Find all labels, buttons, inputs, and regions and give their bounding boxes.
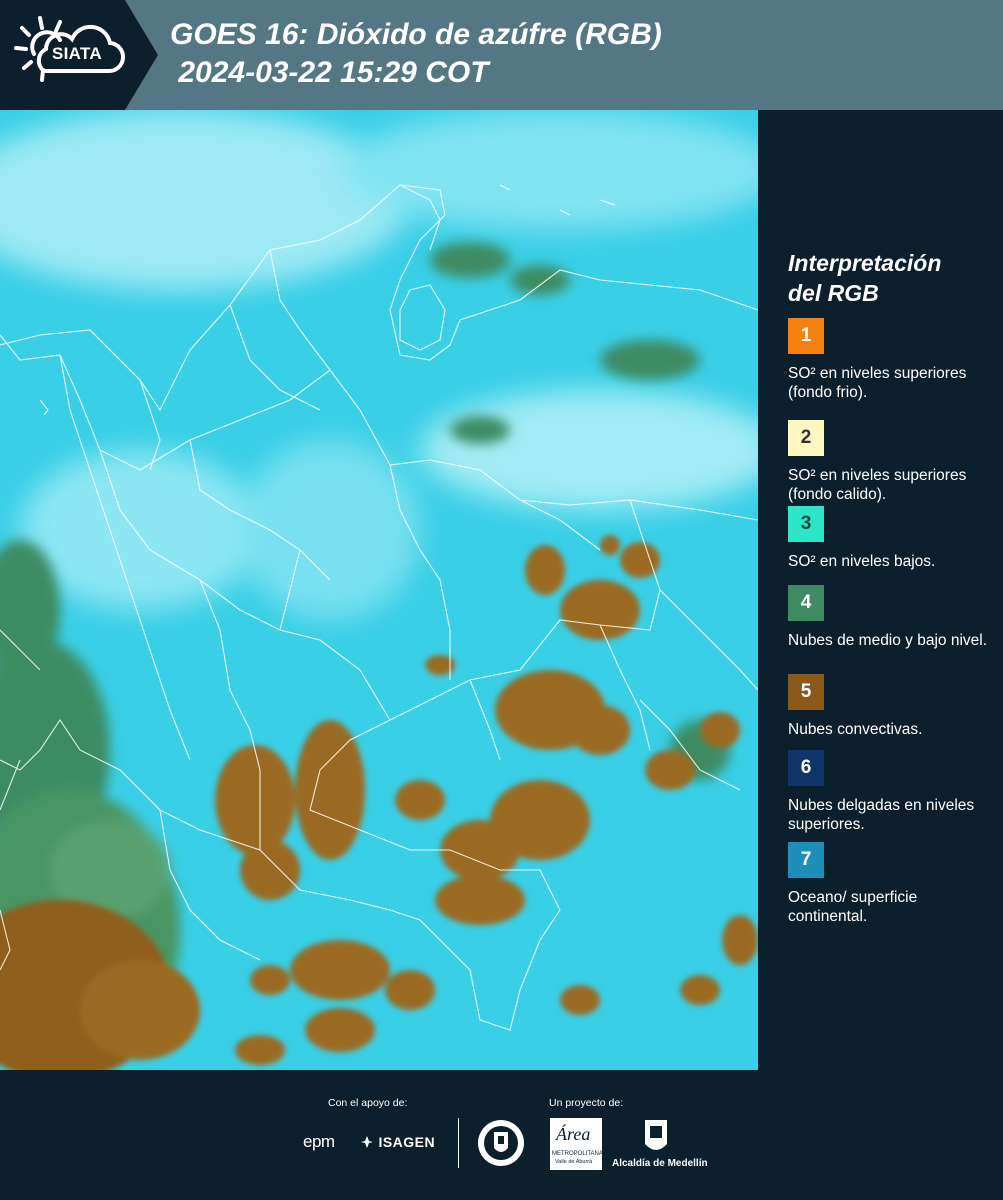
legend-title-line2: del RGB <box>788 280 879 306</box>
legend-swatch: 2 <box>788 420 824 456</box>
legend-item-1: 1 SO² en niveles superiores (fondo frio). <box>788 318 988 402</box>
alcaldia-crest-icon <box>645 1120 667 1150</box>
siata-logo-panel: SIATA <box>0 0 158 110</box>
header-bar: SIATA GOES 16: Dióxido de azúfre (RGB) 2… <box>0 0 1003 110</box>
legend-title-line1: Interpretación <box>788 250 942 276</box>
footer-divider <box>458 1118 459 1168</box>
title-line-product: GOES 16: Dióxido de azúfre (RGB) <box>170 18 662 51</box>
legend-swatch: 7 <box>788 842 824 878</box>
legend-title: Interpretación del RGB <box>788 248 988 308</box>
title-line-datetime: 2024-03-22 15:29 COT <box>170 56 489 89</box>
legend-item-5: 5 Nubes convectivas. <box>788 674 988 739</box>
legend-label: SO² en niveles superiores (fondo calido)… <box>788 467 967 503</box>
legend-item-3: 3 SO² en niveles bajos. <box>788 506 988 571</box>
legend-label: SO² en niveles superiores (fondo frio). <box>788 365 967 401</box>
medellin-seal-icon <box>478 1120 524 1166</box>
siata-logo-text: SIATA <box>52 44 102 63</box>
legend-item-2: 2 SO² en niveles superiores (fondo calido… <box>788 420 988 504</box>
area-logo-sub2: Valle de Aburrá <box>555 1159 593 1165</box>
legend-label: Nubes convectivas. <box>788 721 923 738</box>
legend-label: Nubes delgadas en niveles superiores. <box>788 797 975 833</box>
legend-swatch: 4 <box>788 585 824 621</box>
area-logo-name: Área <box>556 1124 591 1144</box>
legend-swatch: 6 <box>788 750 824 786</box>
satellite-image <box>0 110 758 1070</box>
legend-item-6: 6 Nubes delgadas en niveles superiores. <box>788 750 988 834</box>
legend-item-7: 7 Oceano/ superficie continental. <box>788 842 988 926</box>
isagen-mark-icon <box>361 1136 373 1148</box>
alcaldia-medellin-logo: Alcaldía de Medellín <box>612 1158 708 1169</box>
footer: Con el apoyo de: Un proyecto de: epm ISA… <box>0 1070 1003 1200</box>
legend-label: SO² en niveles bajos. <box>788 553 936 570</box>
legend-label: Oceano/ superficie continental. <box>788 889 918 925</box>
legend-swatch: 5 <box>788 674 824 710</box>
project-label: Un proyecto de: <box>549 1097 624 1109</box>
legend-swatch: 3 <box>788 506 824 542</box>
legend-panel: Interpretación del RGB 1 SO² en niveles s… <box>758 110 1003 1070</box>
page-title: GOES 16: Dióxido de azúfre (RGB) 2024-03… <box>170 16 662 92</box>
satellite-map[interactable] <box>0 110 758 1070</box>
epm-logo: epm <box>303 1132 335 1151</box>
area-logo-sub: METROPOLITANA <box>552 1151 603 1157</box>
legend-label: Nubes de medio y bajo nivel. <box>788 632 988 649</box>
area-metropolitana-logo: Área METROPOLITANA Valle de Aburrá <box>550 1118 603 1170</box>
legend-swatch: 1 <box>788 318 824 354</box>
support-label: Con el apoyo de: <box>328 1097 408 1109</box>
isagen-logo: ISAGEN <box>360 1134 435 1152</box>
legend-item-4: 4 Nubes de medio y bajo nivel. <box>788 585 988 650</box>
